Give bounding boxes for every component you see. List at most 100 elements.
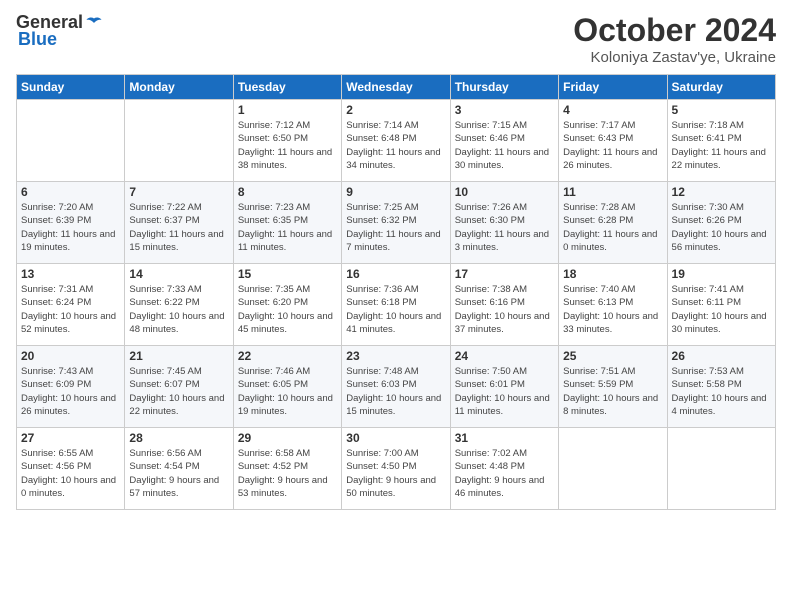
day-info: Sunrise: 7:40 AM Sunset: 6:13 PM Dayligh… [563,283,662,336]
calendar-cell: 30Sunrise: 7:00 AM Sunset: 4:50 PM Dayli… [342,428,450,510]
calendar-cell: 4 Sunrise: 7:17 AM Sunset: 6:43 PM Daylig… [559,100,667,182]
day-number: 27 [21,431,120,445]
day-info: Sunrise: 7:00 AM Sunset: 4:50 PM Dayligh… [346,447,445,500]
weekday-header: Tuesday [233,75,341,100]
weekday-header: Friday [559,75,667,100]
day-info: Sunrise: 7:26 AM Sunset: 6:30 PM Dayligh… [455,201,554,254]
day-info: Sunrise: 7:28 AM Sunset: 6:28 PM Dayligh… [563,201,662,254]
day-number: 9 [346,185,445,199]
day-number: 23 [346,349,445,363]
calendar-cell: 24 Sunrise: 7:50 AM Sunset: 6:01 PM Dayli… [450,346,558,428]
day-number: 20 [21,349,120,363]
day-number: 18 [563,267,662,281]
day-number: 28 [129,431,228,445]
day-number: 1 [238,103,337,117]
calendar-cell: 12 Sunrise: 7:30 AM Sunset: 6:26 PM Dayli… [667,182,775,264]
day-info: Sunrise: 6:56 AM Sunset: 4:54 PM Dayligh… [129,447,228,500]
logo-blue: Blue [18,29,57,50]
day-info: Sunrise: 7:17 AM Sunset: 6:43 PM Dayligh… [563,119,662,172]
day-number: 26 [672,349,771,363]
calendar-cell: 14Sunrise: 7:33 AM Sunset: 6:22 PM Dayli… [125,264,233,346]
day-info: Sunrise: 7:23 AM Sunset: 6:35 PM Dayligh… [238,201,337,254]
calendar-cell: 13 Sunrise: 7:31 AM Sunset: 6:24 PM Dayli… [17,264,125,346]
day-number: 13 [21,267,120,281]
day-info: Sunrise: 6:58 AM Sunset: 4:52 PM Dayligh… [238,447,337,500]
day-number: 11 [563,185,662,199]
day-number: 10 [455,185,554,199]
calendar-cell: 15 Sunrise: 7:35 AM Sunset: 6:20 PM Dayli… [233,264,341,346]
header: General Blue October 2024 Koloniya Zasta… [16,12,776,66]
calendar-week-row: 1 Sunrise: 7:12 AM Sunset: 6:50 PM Daylig… [17,100,776,182]
calendar-cell: 6 Sunrise: 7:20 AM Sunset: 6:39 PM Daylig… [17,182,125,264]
day-info: Sunrise: 7:35 AM Sunset: 6:20 PM Dayligh… [238,283,337,336]
day-number: 7 [129,185,228,199]
weekday-header: Sunday [17,75,125,100]
day-info: Sunrise: 7:02 AM Sunset: 4:48 PM Dayligh… [455,447,554,500]
day-number: 3 [455,103,554,117]
title-area: October 2024 Koloniya Zastav'ye, Ukraine [573,12,776,66]
day-number: 24 [455,349,554,363]
day-info: Sunrise: 7:53 AM Sunset: 5:58 PM Dayligh… [672,365,771,418]
day-number: 6 [21,185,120,199]
day-number: 14 [129,267,228,281]
day-number: 21 [129,349,228,363]
day-info: Sunrise: 7:30 AM Sunset: 6:26 PM Dayligh… [672,201,771,254]
calendar-cell: 27 Sunrise: 6:55 AM Sunset: 4:56 PM Dayli… [17,428,125,510]
day-number: 2 [346,103,445,117]
day-number: 19 [672,267,771,281]
calendar-week-row: 27 Sunrise: 6:55 AM Sunset: 4:56 PM Dayli… [17,428,776,510]
calendar-cell: 11 Sunrise: 7:28 AM Sunset: 6:28 PM Dayli… [559,182,667,264]
calendar-cell: 16 Sunrise: 7:36 AM Sunset: 6:18 PM Dayli… [342,264,450,346]
calendar-cell: 2 Sunrise: 7:14 AM Sunset: 6:48 PM Daylig… [342,100,450,182]
calendar-cell: 22 Sunrise: 7:46 AM Sunset: 6:05 PM Dayli… [233,346,341,428]
weekday-header: Saturday [667,75,775,100]
day-number: 5 [672,103,771,117]
calendar-week-row: 6 Sunrise: 7:20 AM Sunset: 6:39 PM Daylig… [17,182,776,264]
day-info: Sunrise: 7:50 AM Sunset: 6:01 PM Dayligh… [455,365,554,418]
day-number: 12 [672,185,771,199]
calendar-cell: 21 Sunrise: 7:45 AM Sunset: 6:07 PM Dayli… [125,346,233,428]
day-number: 31 [455,431,554,445]
calendar-cell: 3 Sunrise: 7:15 AM Sunset: 6:46 PM Daylig… [450,100,558,182]
day-info: Sunrise: 7:15 AM Sunset: 6:46 PM Dayligh… [455,119,554,172]
logo: General Blue [16,12,103,50]
day-info: Sunrise: 7:46 AM Sunset: 6:05 PM Dayligh… [238,365,337,418]
calendar-cell: 7 Sunrise: 7:22 AM Sunset: 6:37 PM Daylig… [125,182,233,264]
day-info: Sunrise: 7:20 AM Sunset: 6:39 PM Dayligh… [21,201,120,254]
day-number: 29 [238,431,337,445]
calendar-cell: 29 Sunrise: 6:58 AM Sunset: 4:52 PM Dayli… [233,428,341,510]
day-info: Sunrise: 7:22 AM Sunset: 6:37 PM Dayligh… [129,201,228,254]
calendar-cell: 28 Sunrise: 6:56 AM Sunset: 4:54 PM Dayli… [125,428,233,510]
calendar-cell: 20 Sunrise: 7:43 AM Sunset: 6:09 PM Dayli… [17,346,125,428]
day-info: Sunrise: 7:43 AM Sunset: 6:09 PM Dayligh… [21,365,120,418]
weekday-header: Wednesday [342,75,450,100]
calendar-cell: 18 Sunrise: 7:40 AM Sunset: 6:13 PM Dayli… [559,264,667,346]
calendar-cell: 5Sunrise: 7:18 AM Sunset: 6:41 PM Daylig… [667,100,775,182]
calendar-week-row: 13 Sunrise: 7:31 AM Sunset: 6:24 PM Dayli… [17,264,776,346]
day-number: 16 [346,267,445,281]
calendar-cell: 8 Sunrise: 7:23 AM Sunset: 6:35 PM Daylig… [233,182,341,264]
day-info: Sunrise: 7:25 AM Sunset: 6:32 PM Dayligh… [346,201,445,254]
day-info: Sunrise: 7:36 AM Sunset: 6:18 PM Dayligh… [346,283,445,336]
calendar-cell: 25Sunrise: 7:51 AM Sunset: 5:59 PM Dayli… [559,346,667,428]
weekday-header: Monday [125,75,233,100]
main-title: October 2024 [573,12,776,49]
calendar-cell: 1 Sunrise: 7:12 AM Sunset: 6:50 PM Daylig… [233,100,341,182]
day-info: Sunrise: 7:14 AM Sunset: 6:48 PM Dayligh… [346,119,445,172]
calendar-cell: 26 Sunrise: 7:53 AM Sunset: 5:58 PM Dayli… [667,346,775,428]
day-info: Sunrise: 7:38 AM Sunset: 6:16 PM Dayligh… [455,283,554,336]
day-info: Sunrise: 7:48 AM Sunset: 6:03 PM Dayligh… [346,365,445,418]
calendar-cell [559,428,667,510]
day-info: Sunrise: 6:55 AM Sunset: 4:56 PM Dayligh… [21,447,120,500]
day-number: 8 [238,185,337,199]
page: General Blue October 2024 Koloniya Zasta… [0,0,792,612]
day-info: Sunrise: 7:31 AM Sunset: 6:24 PM Dayligh… [21,283,120,336]
day-number: 17 [455,267,554,281]
day-info: Sunrise: 7:45 AM Sunset: 6:07 PM Dayligh… [129,365,228,418]
logo-bird-icon [85,14,103,32]
calendar-cell: 19Sunrise: 7:41 AM Sunset: 6:11 PM Dayli… [667,264,775,346]
day-number: 15 [238,267,337,281]
day-number: 4 [563,103,662,117]
day-info: Sunrise: 7:12 AM Sunset: 6:50 PM Dayligh… [238,119,337,172]
day-number: 22 [238,349,337,363]
